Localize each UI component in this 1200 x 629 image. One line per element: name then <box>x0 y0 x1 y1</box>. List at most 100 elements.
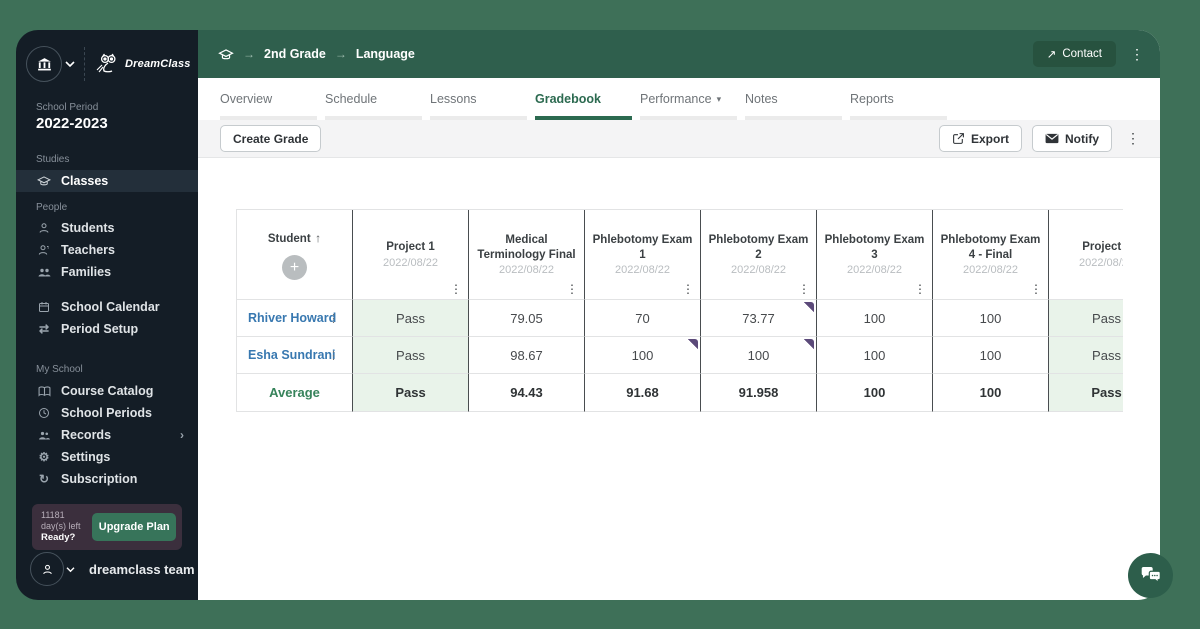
upgrade-plan-button[interactable]: Upgrade Plan <box>92 513 176 541</box>
upgrade-banner: 11181 day(s) left Ready? Upgrade Plan <box>32 504 182 550</box>
families-group-icon <box>36 267 52 278</box>
sidebar-item-settings[interactable]: ⚙ Settings <box>16 446 198 468</box>
tab-performance[interactable]: Performance ▾ <box>640 78 737 120</box>
sidebar-item-families[interactable]: Families <box>16 261 198 283</box>
class-graduation-cap-icon <box>218 48 234 61</box>
user-menu[interactable]: dreamclass team <box>30 552 195 586</box>
annotation-corner <box>803 339 814 350</box>
tab-schedule[interactable]: Schedule <box>325 78 422 120</box>
add-student-button[interactable]: + <box>282 255 307 280</box>
average-label: Average <box>269 385 320 400</box>
tab-lessons[interactable]: Lessons <box>430 78 527 120</box>
contact-button[interactable]: ↗ Contact <box>1032 41 1116 67</box>
student-name-link[interactable]: Rhiver Howard <box>248 311 336 325</box>
student-name-link[interactable]: Esha Sundrani <box>248 348 336 362</box>
sidebar-item-subscription[interactable]: ↻ Subscription <box>16 468 198 490</box>
student-column-header[interactable]: Student ↑ + <box>237 210 353 300</box>
column-name: Phlebotomy Exam 4 - Final <box>940 234 1041 261</box>
chevron-down-icon[interactable] <box>65 60 75 68</box>
grade-cell[interactable]: 100 <box>933 337 1049 374</box>
sidebar-item-label: Students <box>61 221 115 235</box>
sidebar-item-students[interactable]: Students <box>16 217 198 239</box>
column-kebab-menu-icon[interactable]: ⋮ <box>450 282 462 296</box>
user-name: dreamclass team <box>89 561 195 577</box>
column-date: 2022/08/22 <box>962 263 1019 276</box>
column-date: 2022/08/22 <box>614 263 671 276</box>
upgrade-text: 11181 day(s) left Ready? <box>41 510 90 544</box>
column-kebab-menu-icon[interactable]: ⋮ <box>914 282 926 296</box>
tab-gradebook[interactable]: Gradebook <box>535 78 632 120</box>
grade-cell[interactable]: Pass <box>1049 337 1123 374</box>
clock-icon <box>36 407 52 419</box>
sidebar-item-course-catalog[interactable]: Course Catalog <box>16 380 198 402</box>
brand-logo: DreamClass <box>94 51 191 77</box>
grade-cell[interactable]: 100 <box>817 337 933 374</box>
sidebar-item-label: School Calendar <box>61 300 160 314</box>
export-button[interactable]: Export <box>938 125 1022 152</box>
student-kebab-menu-icon[interactable]: ⋮ <box>328 312 339 325</box>
column-header-phlebotomy-exam-3: Phlebotomy Exam 3 2022/08/22 ⋮ <box>817 210 933 300</box>
sidebar-item-records[interactable]: Records › <box>16 424 198 446</box>
tab-label: Lessons <box>430 92 477 106</box>
sidebar-item-classes[interactable]: Classes <box>16 170 198 192</box>
arrow-up-right-icon: ↗ <box>1046 49 1057 61</box>
grade-cell[interactable]: Pass <box>353 337 469 374</box>
page-header: → 2nd Grade → Language ↗ Contact ⋮ <box>198 30 1160 78</box>
column-name: Project 1 <box>386 241 435 254</box>
column-kebab-menu-icon[interactable]: ⋮ <box>798 282 810 296</box>
tab-label: Notes <box>745 92 778 106</box>
student-kebab-menu-icon[interactable]: ⋮ <box>328 349 339 362</box>
header-kebab-menu-icon[interactable]: ⋮ <box>1130 46 1144 63</box>
notify-button[interactable]: Notify <box>1032 125 1112 152</box>
column-header-medical-terminology-final: Medical Terminology Final 2022/08/22 ⋮ <box>469 210 585 300</box>
tab-reports[interactable]: Reports <box>850 78 947 120</box>
sidebar-item-school-calendar[interactable]: School Calendar <box>16 296 198 318</box>
annotation-corner <box>803 302 814 313</box>
column-header-project-1: Project 1 2022/08/22 ⋮ <box>353 210 469 300</box>
create-grade-button[interactable]: Create Grade <box>220 125 322 152</box>
grade-cell[interactable]: 100 <box>817 300 933 337</box>
sidebar-item-period-setup[interactable]: ⇄ Period Setup <box>16 318 198 340</box>
toolbar-kebab-menu-icon[interactable]: ⋮ <box>1122 130 1144 147</box>
average-cell: Pass <box>353 374 469 412</box>
grade-cell[interactable]: 73.77 <box>701 300 817 337</box>
column-header-project-2: Project 2 2022/08/22 <box>1049 210 1123 300</box>
sidebar-item-teachers[interactable]: Teachers <box>16 239 198 261</box>
grade-cell[interactable]: 100 <box>933 300 1049 337</box>
tab-label: Reports <box>850 92 894 106</box>
sidebar-header: DreamClass <box>16 30 198 86</box>
owl-logo-icon <box>94 51 120 77</box>
column-kebab-menu-icon[interactable]: ⋮ <box>566 282 578 296</box>
tab-notes[interactable]: Notes <box>745 78 842 120</box>
chat-support-button[interactable] <box>1128 553 1173 598</box>
person-icon <box>41 563 54 576</box>
column-date: 2022/08/22 <box>1078 256 1123 269</box>
column-kebab-menu-icon[interactable]: ⋮ <box>1030 282 1042 296</box>
grade-cell[interactable]: Pass <box>1049 300 1123 337</box>
school-period-block: School Period 2022-2023 <box>16 86 198 132</box>
column-kebab-menu-icon[interactable]: ⋮ <box>682 282 694 296</box>
breadcrumb-class[interactable]: 2nd Grade <box>264 47 326 61</box>
export-icon <box>952 132 965 145</box>
breadcrumb-subject: Language <box>355 47 415 61</box>
grade-cell[interactable]: 100 <box>701 337 817 374</box>
school-switcher[interactable] <box>26 46 62 82</box>
tab-label: Gradebook <box>535 92 601 106</box>
grade-cell[interactable]: 70 <box>585 300 701 337</box>
average-cell: Pass <box>1049 374 1123 412</box>
average-cell: 94.43 <box>469 374 585 412</box>
grade-cell[interactable]: Pass <box>353 300 469 337</box>
student-person-icon <box>36 222 52 234</box>
sidebar-item-school-periods[interactable]: School Periods <box>16 402 198 424</box>
notify-label: Notify <box>1065 131 1099 146</box>
tab-overview[interactable]: Overview <box>220 78 317 120</box>
chevron-down-icon <box>66 566 75 573</box>
grade-cell[interactable]: 98.67 <box>469 337 585 374</box>
ready-text: Ready? <box>41 532 76 544</box>
calendar-icon <box>36 301 52 313</box>
app-frame: DreamClass School Period 2022-2023 Studi… <box>16 30 1160 600</box>
grade-cell[interactable]: 100 <box>585 337 701 374</box>
grade-value: 100 <box>747 347 770 363</box>
column-name: Phlebotomy Exam 3 <box>824 234 925 261</box>
grade-cell[interactable]: 79.05 <box>469 300 585 337</box>
